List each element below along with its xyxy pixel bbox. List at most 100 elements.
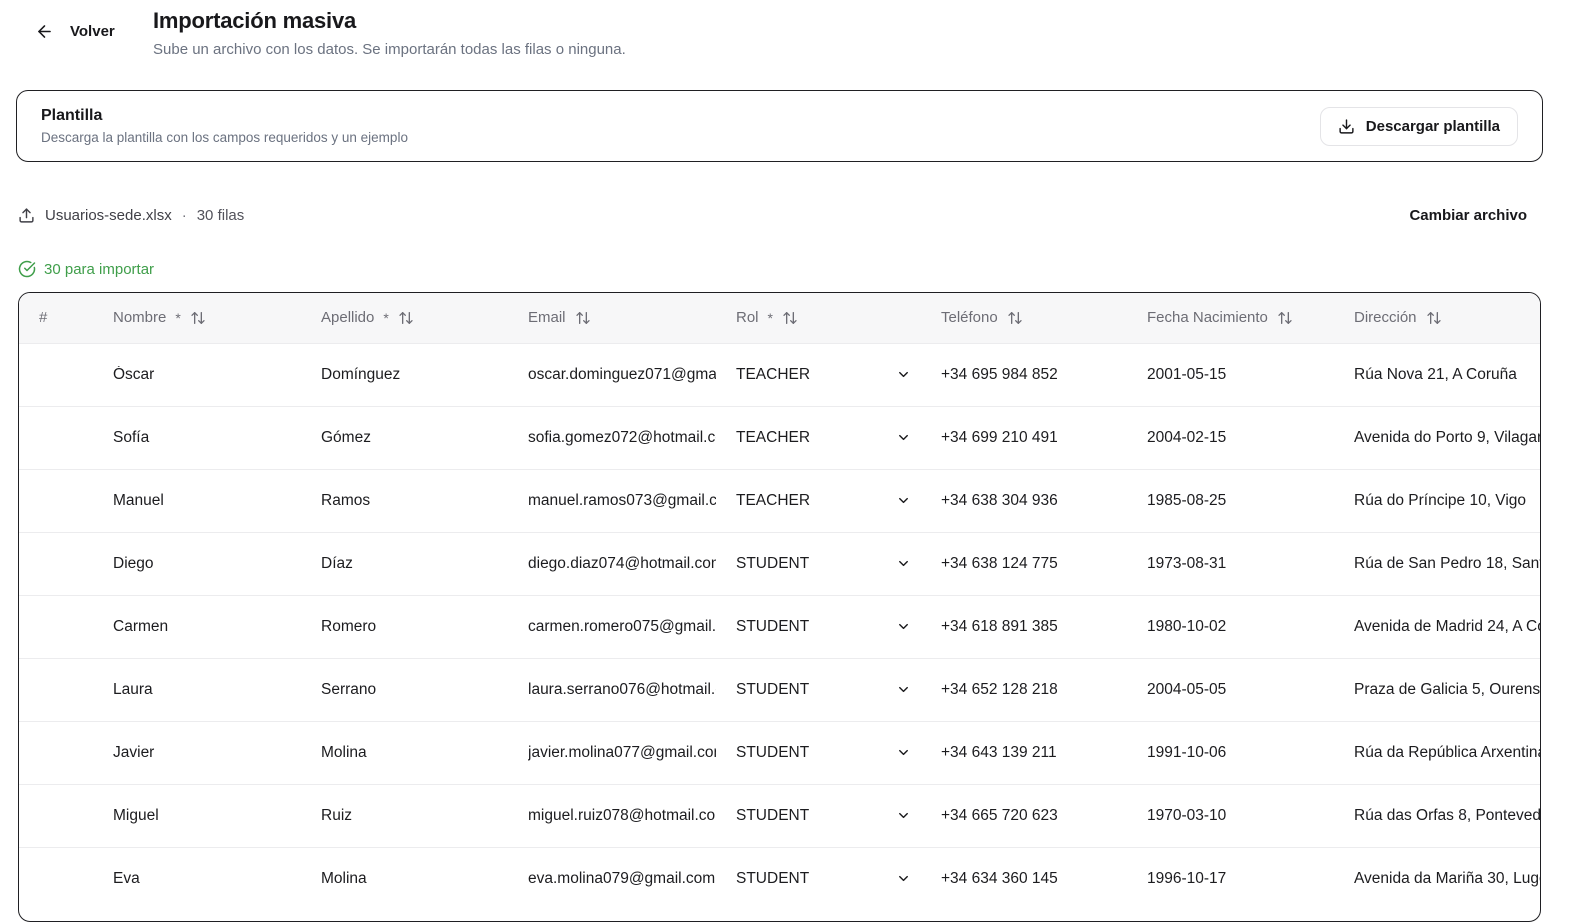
cell-email: miguel.ruiz078@hotmail.com (508, 784, 716, 847)
cell-direccion: Avenida do Porto 9, Vilagarcía (1334, 406, 1540, 469)
table-row: LauraSerranolaura.serrano076@hotmail.com… (19, 658, 1540, 721)
chevron-down-icon (896, 619, 911, 634)
table-row: MiguelRuizmiguel.ruiz078@hotmail.com STUD… (19, 784, 1540, 847)
import-status-label: 30 para importar (44, 261, 154, 278)
back-button-label: Volver (70, 23, 115, 40)
role-select[interactable]: STUDENT (736, 807, 921, 825)
arrow-up-down-icon (190, 310, 206, 326)
cell-email: oscar.dominguez071@gmail.com (508, 343, 716, 406)
table-row: EvaMolinaeva.molina079@gmail.comSTUDENT+… (19, 847, 1540, 910)
cell-direccion: Avenida da Mariña 30, Lugo (1334, 847, 1540, 910)
cell-rol: STUDENT (716, 721, 921, 784)
cell-apellido: Molina (301, 847, 508, 910)
role-value: STUDENT (736, 744, 809, 762)
role-select[interactable]: STUDENT (736, 681, 921, 699)
cell-apellido: Romero (301, 595, 508, 658)
cell-email: manuel.ramos073@gmail.com (508, 469, 716, 532)
cell-fecha-nacimiento: 2001-05-15 (1127, 343, 1334, 406)
uploaded-filename: Usuarios-sede.xlsx (45, 207, 172, 224)
back-button[interactable]: Volver (35, 22, 115, 41)
cell-rol: TEACHER (716, 343, 921, 406)
chevron-down-icon (896, 682, 911, 697)
role-value: STUDENT (736, 681, 809, 699)
template-card-title: Plantilla (41, 107, 408, 125)
role-value: STUDENT (736, 618, 809, 636)
cell-fecha-nacimiento: 1970-03-10 (1127, 784, 1334, 847)
cell-telefono: +34 618 891 385 (921, 595, 1127, 658)
cell-rol: STUDENT (716, 658, 921, 721)
role-select[interactable]: TEACHER (736, 429, 921, 447)
cell-direccion: Rúa de San Pedro 18, Santiago (1334, 532, 1540, 595)
cell-rol: TEACHER (716, 469, 921, 532)
cell-telefono: +34 652 128 218 (921, 658, 1127, 721)
cell-fecha-nacimiento: 1980-10-02 (1127, 595, 1334, 658)
cell-apellido: Serrano (301, 658, 508, 721)
column-label: Fecha Nacimiento (1147, 309, 1268, 326)
check-circle-icon (18, 260, 36, 278)
column-header-num: # (19, 293, 93, 343)
chevron-down-icon (896, 367, 911, 382)
cell-num (19, 784, 93, 847)
arrow-up-down-icon (1007, 310, 1023, 326)
chevron-down-icon (896, 430, 911, 445)
file-bar: Usuarios-sede.xlsx · 30 filas Cambiar ar… (18, 202, 1527, 228)
cell-telefono: +34 643 139 211 (921, 721, 1127, 784)
import-status: 30 para importar (18, 258, 1576, 280)
cell-email: eva.molina079@gmail.com (508, 847, 716, 910)
column-label: Email (528, 309, 566, 326)
cell-rol: STUDENT (716, 847, 921, 910)
cell-apellido: Díaz (301, 532, 508, 595)
chevron-down-icon (896, 556, 911, 571)
table-row: JavierMolinajavier.molina077@gmail.comST… (19, 721, 1540, 784)
role-select[interactable]: TEACHER (736, 366, 921, 384)
download-template-label: Descargar plantilla (1366, 118, 1500, 135)
role-value: STUDENT (736, 870, 809, 888)
cell-num (19, 847, 93, 910)
column-header-nombre[interactable]: Nombre* (93, 293, 301, 343)
cell-num (19, 343, 93, 406)
cell-fecha-nacimiento: 1991-10-06 (1127, 721, 1334, 784)
role-select[interactable]: STUDENT (736, 870, 921, 888)
cell-rol: STUDENT (716, 595, 921, 658)
role-select[interactable]: STUDENT (736, 744, 921, 762)
change-file-button[interactable]: Cambiar archivo (1409, 207, 1527, 224)
column-header-fecha_nacimiento[interactable]: Fecha Nacimiento (1127, 293, 1334, 343)
role-select[interactable]: TEACHER (736, 492, 921, 510)
role-value: TEACHER (736, 366, 810, 384)
cell-nombre: Óscar (93, 343, 301, 406)
cell-nombre: Miguel (93, 784, 301, 847)
download-template-button[interactable]: Descargar plantilla (1320, 107, 1518, 146)
cell-apellido: Gómez (301, 406, 508, 469)
role-value: STUDENT (736, 807, 809, 825)
cell-direccion: Rúa da República Arxentina 7, Vigo (1334, 721, 1540, 784)
table-row: ManuelRamosmanuel.ramos073@gmail.comTEAC… (19, 469, 1540, 532)
table-row: DiegoDíazdiego.diaz074@hotmail.comSTUDEN… (19, 532, 1540, 595)
column-header-apellido[interactable]: Apellido* (301, 293, 508, 343)
cell-nombre: Javier (93, 721, 301, 784)
arrow-up-down-icon (575, 310, 591, 326)
cell-fecha-nacimiento: 1996-10-17 (1127, 847, 1334, 910)
template-card-description: Descarga la plantilla con los campos req… (41, 130, 408, 145)
cell-nombre: Carmen (93, 595, 301, 658)
role-select[interactable]: STUDENT (736, 618, 921, 636)
role-select[interactable]: STUDENT (736, 555, 921, 573)
cell-direccion: Rúa do Príncipe 10, Vigo (1334, 469, 1540, 532)
cell-apellido: Ruiz (301, 784, 508, 847)
cell-rol: TEACHER (716, 406, 921, 469)
column-header-email[interactable]: Email (508, 293, 716, 343)
cell-num (19, 469, 93, 532)
cell-email: diego.diaz074@hotmail.com (508, 532, 716, 595)
arrow-up-down-icon (398, 310, 414, 326)
page-subtitle: Sube un archivo con los datos. Se import… (153, 41, 626, 58)
column-label: Apellido (321, 309, 374, 326)
arrow-up-down-icon (1277, 310, 1293, 326)
column-label: Nombre (113, 309, 166, 326)
chevron-down-icon (896, 745, 911, 760)
cell-fecha-nacimiento: 2004-02-15 (1127, 406, 1334, 469)
file-row-count: 30 filas (197, 207, 245, 224)
cell-nombre: Eva (93, 847, 301, 910)
column-header-direccion[interactable]: Dirección (1334, 293, 1540, 343)
role-value: TEACHER (736, 429, 810, 447)
column-header-telefono[interactable]: Teléfono (921, 293, 1127, 343)
column-header-rol[interactable]: Rol* (716, 293, 921, 343)
